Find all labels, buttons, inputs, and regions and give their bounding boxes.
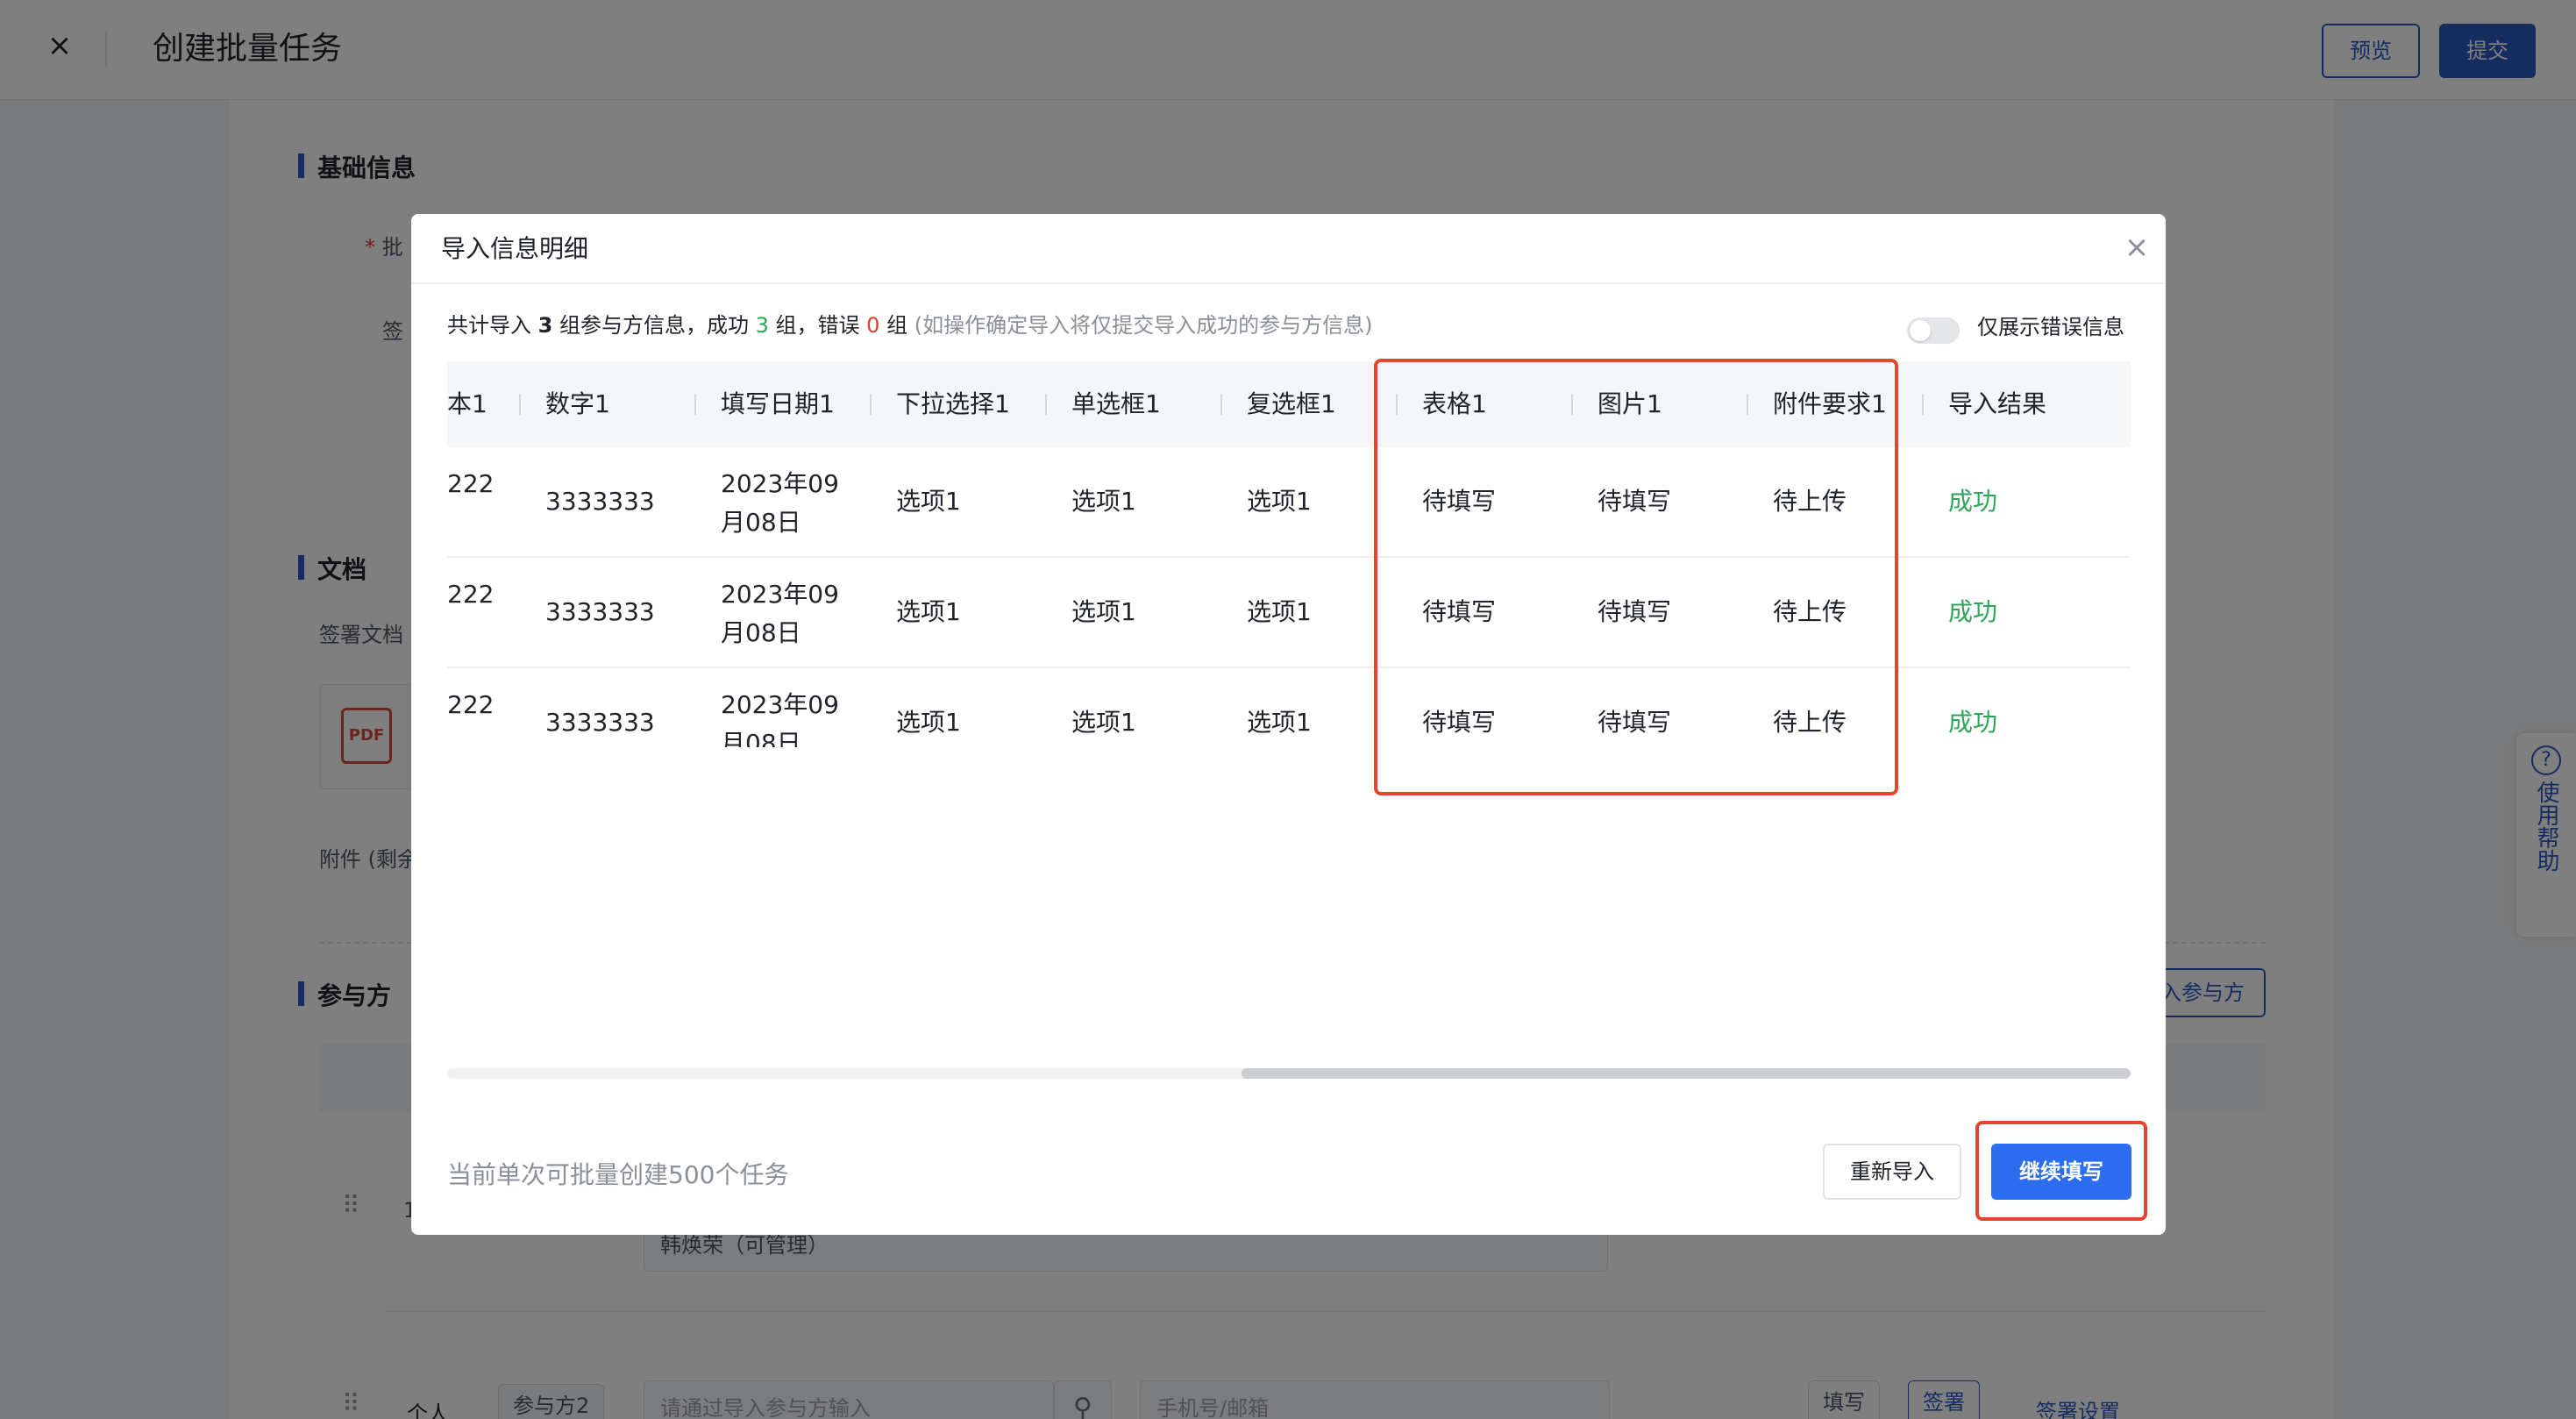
- summary-success-count: 3: [755, 313, 769, 338]
- column-header-result: 导入结果: [1948, 389, 2047, 418]
- close-icon[interactable]: ×: [2123, 230, 2151, 265]
- column-divider: [1922, 394, 1924, 415]
- cell-date-line1: 2023年09: [721, 469, 839, 498]
- cell-dropdown: 选项1: [896, 487, 961, 516]
- highlight-box: [1374, 359, 1898, 795]
- cell-dropdown: 选项1: [896, 597, 961, 626]
- summary-mid1: 组参与方信息，成功: [552, 313, 756, 338]
- column-divider: [1045, 394, 1047, 415]
- summary-error-count: 0: [866, 313, 880, 338]
- cell-number: 3333333: [545, 487, 655, 516]
- column-header-checkbox: 复选框1: [1247, 389, 1336, 418]
- column-divider: [694, 394, 696, 415]
- column-header-date: 填写日期1: [721, 389, 835, 418]
- cell-date: 2023年09 月08日: [721, 465, 839, 542]
- modal-header: 导入信息明细 ×: [411, 214, 2166, 284]
- cell-radio: 选项1: [1071, 487, 1136, 516]
- cell-date-line2: 月08日: [721, 508, 801, 537]
- cell-checkbox: 选项1: [1247, 487, 1312, 516]
- summary-note: (如操作确定导入将仅提交导入成功的参与方信息): [914, 313, 1373, 338]
- column-divider: [1220, 394, 1222, 415]
- cell-text: 222: [447, 469, 495, 498]
- highlight-box: [1975, 1121, 2147, 1221]
- cell-dropdown: 选项1: [896, 708, 961, 737]
- cell-number: 3333333: [545, 597, 655, 626]
- cell-date-line2: 月08日: [721, 618, 801, 647]
- cell-text: 222: [447, 580, 495, 609]
- column-header-radio: 单选框1: [1071, 389, 1161, 418]
- column-divider: [870, 394, 872, 415]
- cell-radio: 选项1: [1071, 708, 1136, 737]
- column-header-text: 本1: [447, 389, 487, 418]
- cell-date-line2: 月08日: [721, 729, 801, 747]
- show-errors-label: 仅展示错误信息: [1977, 315, 2124, 339]
- cell-result: 成功: [1948, 708, 1998, 737]
- cell-text: 222: [447, 690, 495, 719]
- cell-checkbox: 选项1: [1247, 597, 1312, 626]
- reimport-button[interactable]: 重新导入: [1823, 1144, 1961, 1200]
- cell-date: 2023年09 月08日: [721, 686, 839, 747]
- summary-total: 3: [537, 313, 553, 338]
- horizontal-scrollbar[interactable]: [447, 1068, 2131, 1079]
- import-detail-modal: 导入信息明细 × 共计导入 3 组参与方信息，成功 3 组，错误 0 组 (如操…: [411, 214, 2166, 1235]
- summary-mid2: 组，错误: [768, 313, 867, 338]
- cell-checkbox: 选项1: [1247, 708, 1312, 737]
- import-summary: 共计导入 3 组参与方信息，成功 3 组，错误 0 组 (如操作确定导入将仅提交…: [447, 310, 1372, 340]
- cell-date: 2023年09 月08日: [721, 575, 839, 652]
- cell-radio: 选项1: [1071, 597, 1136, 626]
- scrollbar-thumb[interactable]: [1242, 1068, 2131, 1079]
- column-header-number: 数字1: [545, 389, 610, 418]
- cell-result: 成功: [1948, 597, 1998, 626]
- batch-limit-note: 当前单次可批量创建500个任务: [447, 1160, 789, 1189]
- summary-mid3: 组: [879, 313, 914, 338]
- column-divider: [519, 394, 521, 415]
- cell-result: 成功: [1948, 487, 1998, 516]
- show-errors-toggle[interactable]: [1907, 317, 1960, 344]
- cell-date-line1: 2023年09: [721, 690, 839, 719]
- cell-number: 3333333: [545, 708, 655, 737]
- toggle-knob: [1910, 320, 1931, 341]
- summary-prefix: 共计导入: [447, 313, 538, 338]
- column-header-dropdown: 下拉选择1: [896, 389, 1010, 418]
- modal-title: 导入信息明细: [441, 234, 589, 263]
- cell-date-line1: 2023年09: [721, 580, 839, 609]
